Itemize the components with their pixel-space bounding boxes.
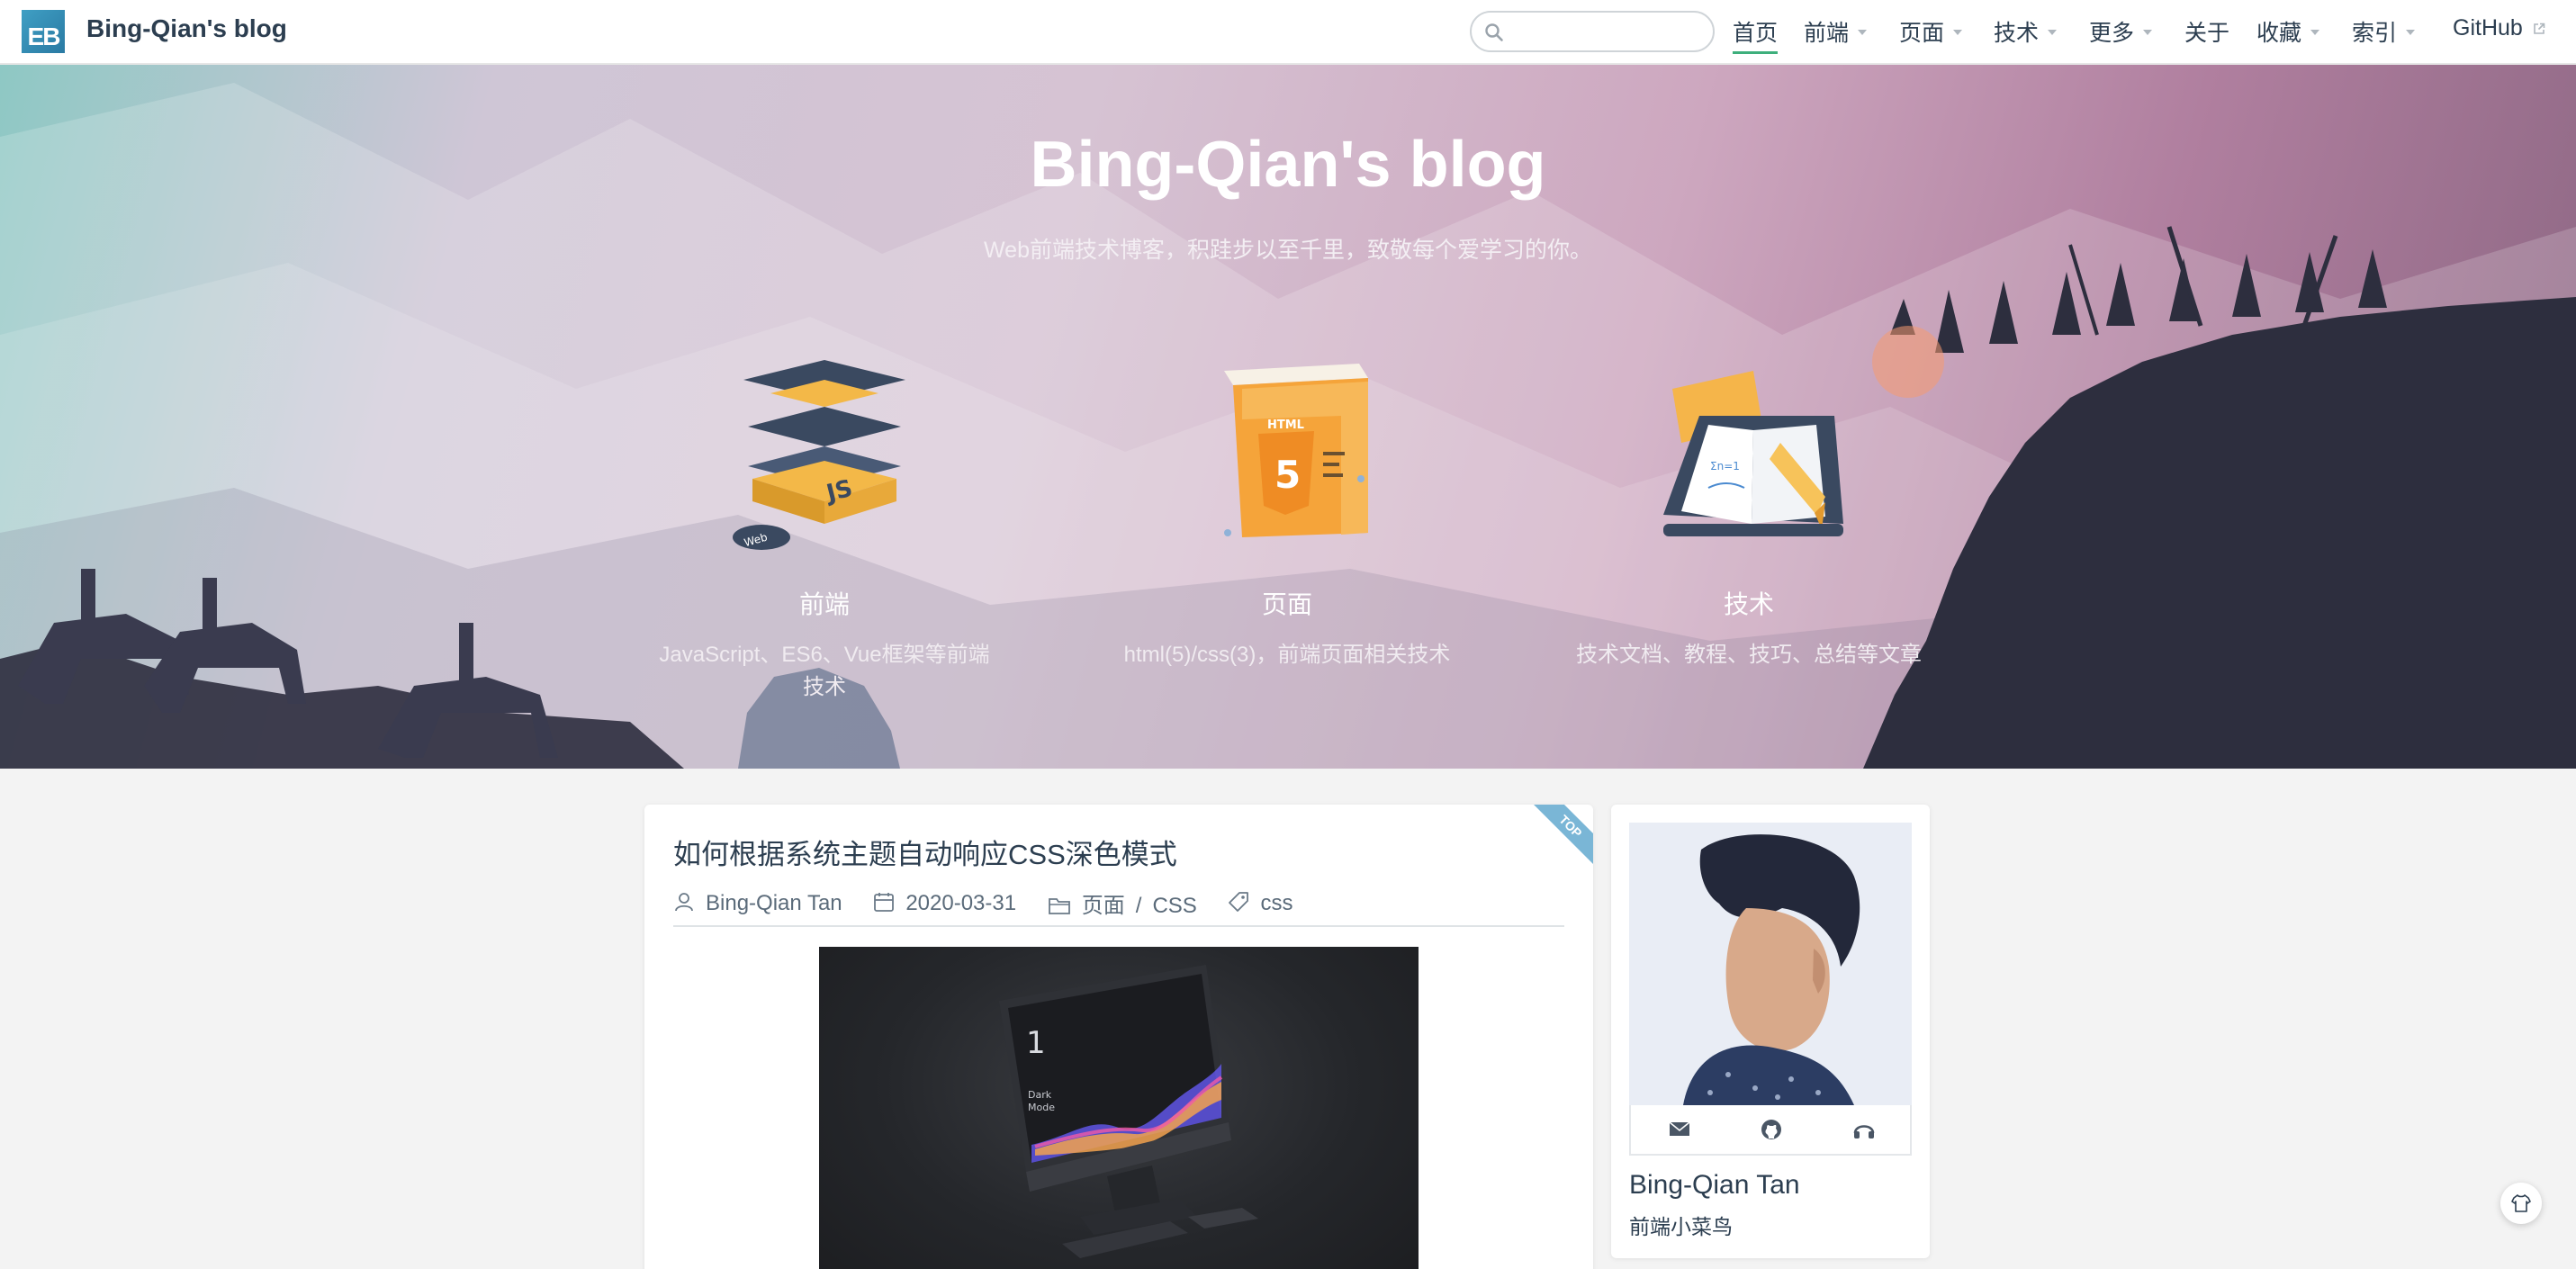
- nav-item-tech[interactable]: 技术: [1994, 15, 2058, 48]
- author-portrait: [1629, 823, 1912, 1105]
- nav-item-index[interactable]: 索引: [2352, 15, 2416, 48]
- profile-description: 前端小菜鸟: [1629, 1215, 1733, 1238]
- svg-text:HTML: HTML: [1267, 418, 1304, 432]
- feature-description: JavaScript、ES6、Vue框架等前端技术: [659, 643, 990, 699]
- category-link-css[interactable]: CSS: [1152, 894, 1196, 918]
- svg-text:5: 5: [1274, 453, 1301, 497]
- post-category: 页面 / CSS: [1048, 887, 1197, 919]
- book-pencil-icon: Σn=1: [1663, 371, 1843, 536]
- search-input[interactable]: [1470, 11, 1715, 52]
- html5-icon: HTML 5: [1224, 364, 1368, 537]
- nav-item-favorites[interactable]: 收藏: [2256, 15, 2320, 48]
- nav-item-frontend[interactable]: 前端: [1804, 15, 1868, 48]
- nav-item-about[interactable]: 关于: [2184, 15, 2229, 48]
- tag-icon: [1229, 892, 1249, 913]
- profile-card: Bing-Qian Tan 前端小菜鸟: [1611, 805, 1930, 1258]
- github-icon[interactable]: [1761, 1119, 1782, 1140]
- hero-title: Bing-Qian's blog: [1030, 129, 1546, 201]
- post-author[interactable]: Bing-Qian Tan: [673, 891, 842, 916]
- feature-description: html(5)/css(3)，前端页面相关技术: [1123, 643, 1451, 667]
- headphones-icon[interactable]: [1852, 1119, 1876, 1140]
- screen-number: 1: [1026, 1025, 1046, 1061]
- js-layers-icon: JS Web: [733, 360, 905, 550]
- chevron-down-icon: [2310, 30, 2320, 36]
- hero-description: Web前端技术博客，积跬步以至千里，致敬每个爱学习的你。: [984, 238, 1592, 263]
- post-meta: Bing-Qian Tan 2020-03-31 页面 / CSS css: [673, 887, 1318, 918]
- navbar: EB Bing-Qian's blog 首页 前端 页面 技术 更多 关于 收藏…: [0, 0, 2576, 65]
- calendar-icon: [874, 893, 895, 913]
- post-cover-image[interactable]: 1 Dark Mode: [819, 947, 1419, 1269]
- feature-tech[interactable]: Σn=1 技术 技术文档、教程、技巧、总结等文章: [1560, 353, 1938, 671]
- nav-item-more[interactable]: 更多: [2089, 15, 2153, 48]
- site-name[interactable]: Bing-Qian's blog: [86, 14, 287, 43]
- post-title[interactable]: 如何根据系统主题自动响应CSS深色模式: [673, 832, 1177, 872]
- feature-title: 技术: [1723, 590, 1774, 618]
- screen-label-mode: Mode: [1028, 1102, 1055, 1113]
- hero-banner: Bing-Qian's blog Web前端技术博客，积跬步以至千里，致敬每个爱…: [0, 65, 2576, 769]
- social-links: [1629, 1105, 1912, 1156]
- nav-item-github[interactable]: GitHub: [2453, 15, 2545, 41]
- chevron-down-icon: [1858, 30, 1868, 36]
- feature-description: 技术文档、教程、技巧、总结等文章: [1576, 643, 1922, 667]
- screen-label-dark: Dark: [1028, 1089, 1052, 1101]
- svg-text:Σn=1: Σn=1: [1710, 460, 1740, 472]
- profile-name: Bing-Qian Tan: [1629, 1170, 1800, 1200]
- site-logo[interactable]: EB: [22, 10, 65, 53]
- chevron-down-icon: [1953, 30, 1963, 36]
- feature-title: 前端: [798, 590, 850, 618]
- category-link-pages[interactable]: 页面: [1082, 894, 1125, 918]
- imac-dark-mode-illustration: 1 Dark Mode: [999, 965, 1258, 1258]
- post-tag[interactable]: css: [1228, 891, 1293, 916]
- feature-pages[interactable]: HTML 5 页面 html(5)/css(3)，前端页面相关技术: [1098, 353, 1476, 671]
- folder-icon: [1048, 897, 1070, 914]
- user-icon: [675, 893, 693, 912]
- feature-title: 页面: [1261, 590, 1312, 618]
- chevron-down-icon: [2406, 30, 2416, 36]
- post-date: 2020-03-31: [873, 891, 1016, 916]
- nav-item-pages[interactable]: 页面: [1899, 15, 1963, 48]
- top-badge: TOP: [1527, 805, 1593, 869]
- nav-item-home[interactable]: 首页: [1733, 15, 1779, 54]
- chevron-down-icon: [2048, 30, 2058, 36]
- feature-frontend[interactable]: JS Web 前端 JavaScript、ES6、Vue框架等前端技术: [635, 353, 1013, 704]
- search-icon: [1485, 23, 1503, 41]
- email-icon[interactable]: [1669, 1119, 1690, 1138]
- theme-toggle-button[interactable]: [2500, 1183, 2542, 1224]
- shirt-icon: [2511, 1194, 2531, 1212]
- chevron-down-icon: [2143, 30, 2153, 36]
- external-link-icon: [2533, 23, 2545, 35]
- post-card[interactable]: TOP 如何根据系统主题自动响应CSS深色模式 Bing-Qian Tan 20…: [644, 805, 1593, 1269]
- divider: [673, 925, 1564, 927]
- avatar: [1629, 823, 1912, 1105]
